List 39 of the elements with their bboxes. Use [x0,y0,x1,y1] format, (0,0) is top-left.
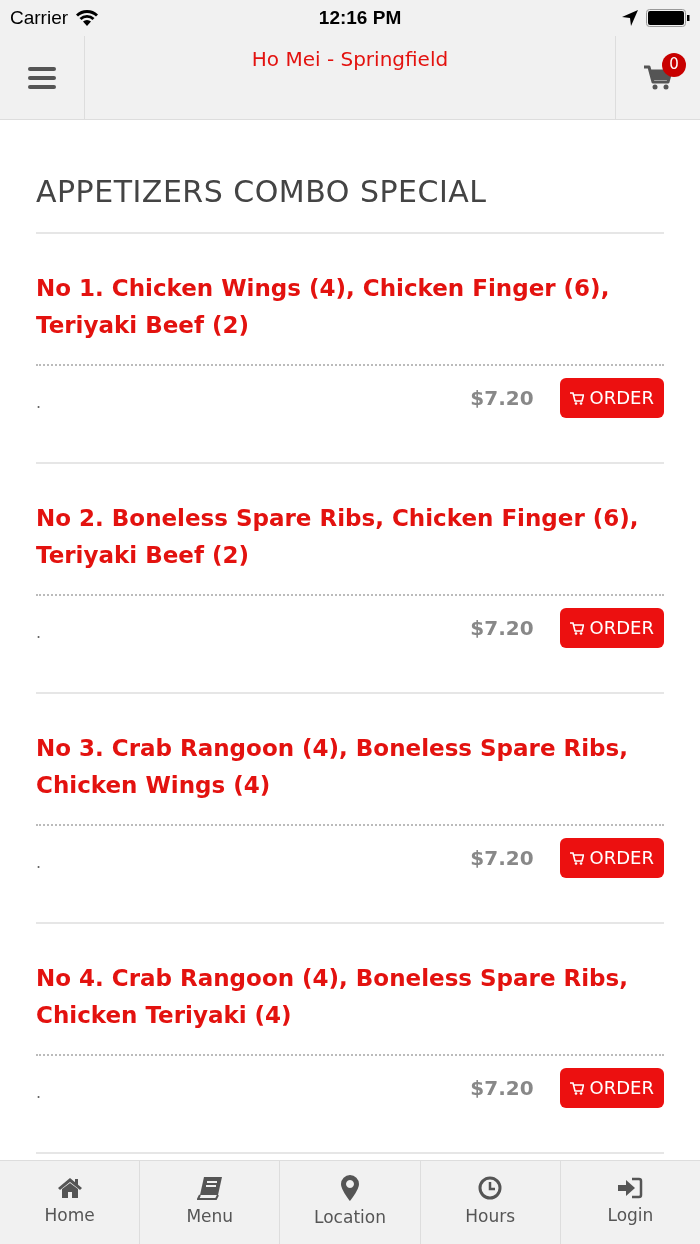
tab-label[interactable]: Menu [186,1203,234,1230]
item-name: No 3. Crab Rangoon (4), Boneless Spare Ribs, Chicken Wings (4) [36,734,629,800]
carrier-label: Carrier [10,5,69,30]
item-price: $7.20 [470,1075,534,1102]
map-pin-icon [341,1174,359,1201]
item-description: . [36,392,43,414]
item-description: . [36,1082,43,1104]
cart-count-badge: 0 [662,52,686,77]
item-name: No 2. Boneless Spare Ribs, Chicken Finger (6), Teriyaki Beef (2) [36,504,640,570]
item-description: . [36,852,43,874]
battery-icon [646,9,690,27]
book-icon [196,1175,223,1200]
tab-label[interactable]: Login [607,1202,654,1229]
wifi-icon [76,10,99,26]
home-icon [56,1176,83,1199]
item-price: $7.20 [470,385,534,412]
tab-label[interactable]: Location [314,1204,386,1231]
sign-in-icon [617,1176,644,1199]
item-description: . [36,622,43,644]
item-price: $7.20 [470,845,534,872]
cart-icon [569,1081,584,1095]
section-heading: APPETIZERS COMBO SPECIAL [36,174,664,234]
order-button[interactable]: ORDER [559,608,664,648]
order-button[interactable]: ORDER [559,838,664,878]
tab-label[interactable]: Hours [465,1203,516,1230]
tab-label[interactable]: Home [44,1202,95,1229]
cart-icon [569,851,584,865]
cart-icon [569,621,584,635]
menu-icon[interactable] [28,66,56,89]
clock-label: 12:16 PM [317,5,403,30]
restaurant-title: Ho Mei - Springfield [251,47,449,71]
clock-icon [478,1175,503,1200]
order-button[interactable]: ORDER [559,378,664,418]
order-button[interactable]: ORDER [559,1068,664,1108]
cart-icon [569,391,584,405]
location-arrow-icon [622,10,638,26]
item-name: No 4. Crab Rangoon (4), Boneless Spare Ribs, Chicken Teriyaki (4) [36,964,629,1030]
item-price: $7.20 [470,615,534,642]
item-name: No 1. Chicken Wings (4), Chicken Finger (6), Teriyaki Beef (2) [36,274,611,340]
